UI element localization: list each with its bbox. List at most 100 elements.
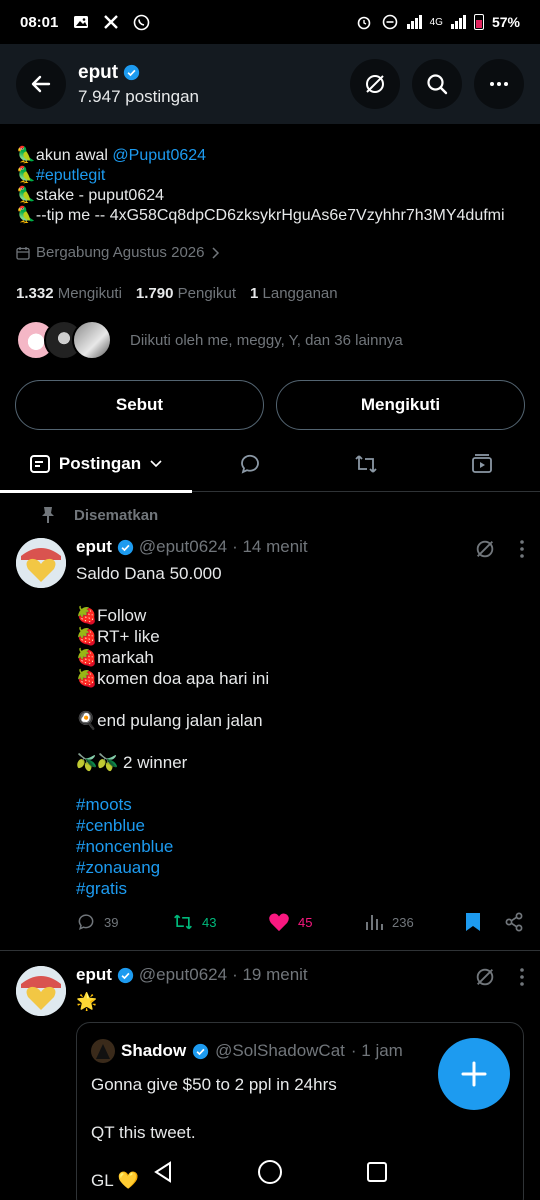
pinned-label: Disematkan xyxy=(74,506,159,524)
heart-icon xyxy=(269,913,289,932)
tab-posts-label: Postingan xyxy=(58,453,142,473)
pinned-indicator: Disematkan xyxy=(40,506,158,524)
quote-time: · 1 jam xyxy=(350,1041,403,1060)
tweet-divider xyxy=(0,950,540,951)
alarm-icon xyxy=(355,13,373,31)
reply-button[interactable]: 39 xyxy=(76,912,172,932)
battery-percent: 57% xyxy=(491,14,520,30)
verified-badge-icon xyxy=(193,1043,209,1059)
follow-stats: 1.332 Mengikuti 1.790 Pengikut 1 Langgan… xyxy=(16,285,346,302)
battery-icon xyxy=(473,14,484,30)
tweet-actions: 39 43 45 236 xyxy=(76,912,524,932)
tweet-author-name[interactable]: eput xyxy=(76,965,112,985)
status-time: 08:01 xyxy=(20,13,59,31)
hashtag-link[interactable]: #noncenblue xyxy=(76,836,269,857)
back-triangle-icon[interactable] xyxy=(152,1160,174,1184)
avatar[interactable] xyxy=(16,538,66,588)
profile-bio: 🦜akun awal @Puput0624 🦜#eputlegit 🦜stake… xyxy=(16,146,530,226)
verified-badge-icon xyxy=(117,539,134,555)
joined-text: Bergabung Agustus 2026 xyxy=(36,244,205,261)
following-button[interactable]: Mengikuti xyxy=(276,380,525,430)
hashtag-link[interactable]: #zonauang xyxy=(76,857,269,878)
back-button[interactable] xyxy=(16,59,66,109)
verified-badge-icon xyxy=(123,64,140,81)
views-count: 236 xyxy=(392,914,414,930)
like-button[interactable]: 45 xyxy=(268,912,364,932)
bio-hashtag-link[interactable]: #eputlegit xyxy=(36,167,105,184)
calendar-icon xyxy=(16,246,30,260)
repost-icon xyxy=(355,454,377,473)
bio-line1: 🦜akun awal xyxy=(16,147,113,164)
tab-reposts[interactable] xyxy=(308,436,424,492)
bio-line2: 🦜 xyxy=(16,167,36,184)
tweet-handle[interactable]: @eput0624 xyxy=(139,537,227,557)
compose-button[interactable] xyxy=(438,1038,510,1110)
grok-icon[interactable] xyxy=(474,966,496,988)
tweet-handle[interactable]: @eput0624 xyxy=(139,965,227,985)
hashtag-link[interactable]: #moots xyxy=(76,794,269,815)
signal-icon-2 xyxy=(450,15,466,29)
grok-button[interactable] xyxy=(350,59,400,109)
tab-media[interactable] xyxy=(424,436,540,492)
pin-icon xyxy=(42,507,54,523)
grok-icon xyxy=(366,75,384,93)
more-vertical-icon[interactable] xyxy=(520,968,524,986)
subscriptions-stat[interactable]: 1 Langganan xyxy=(250,285,338,302)
grok-icon[interactable] xyxy=(474,538,496,560)
hashtag-link[interactable]: #cenblue xyxy=(76,815,269,836)
dnd-icon xyxy=(381,13,399,31)
reply-bubble-icon xyxy=(78,914,94,930)
quote-author-name[interactable]: Shadow xyxy=(121,1041,186,1061)
profile-name: eput xyxy=(78,61,119,83)
followers-stat[interactable]: 1.790 Pengikut xyxy=(136,285,236,302)
following-stat[interactable]: 1.332 Mengikuti xyxy=(16,285,122,302)
tab-replies[interactable] xyxy=(192,436,308,492)
like-count: 45 xyxy=(298,914,313,930)
avatar xyxy=(91,1039,115,1063)
tweet-time: · 14 menit xyxy=(232,537,308,556)
followed-by-text: Diikuti oleh me, meggy, Y, dan 36 lainny… xyxy=(130,331,403,349)
follower-avatar xyxy=(72,320,112,360)
repost-icon xyxy=(174,914,192,930)
posts-icon xyxy=(29,454,50,473)
whatsapp-icon xyxy=(132,13,150,31)
hashtag-link[interactable]: #gratis xyxy=(76,878,269,899)
repost-button[interactable]: 43 xyxy=(172,912,268,932)
recents-square-icon[interactable] xyxy=(366,1161,388,1183)
reply-count: 39 xyxy=(104,914,119,930)
mention-button[interactable]: Sebut xyxy=(15,380,264,430)
reply-bubble-icon xyxy=(241,454,259,474)
search-button[interactable] xyxy=(412,59,462,109)
tweet-time: · 19 menit xyxy=(232,965,308,984)
tweet-text: 🌟 xyxy=(76,992,98,1011)
bookmark-icon[interactable] xyxy=(464,912,482,932)
arrow-left-icon xyxy=(31,75,51,93)
tweet-author-name[interactable]: eput xyxy=(76,537,112,557)
gallery-icon xyxy=(72,13,90,31)
share-icon[interactable] xyxy=(504,912,524,932)
signal-icon xyxy=(406,15,422,29)
bio-line3: 🦜stake - puput0624 xyxy=(16,187,165,204)
posts-count: 7.947 postingan xyxy=(78,86,199,106)
more-vertical-icon[interactable] xyxy=(520,540,524,558)
bio-line4: 🦜--tip me -- 4xG58Cq8dpCD6zksykrHguAs6e7… xyxy=(16,207,505,224)
profile-actions: Sebut Mengikuti xyxy=(15,380,525,430)
quote-handle[interactable]: @SolShadowCat xyxy=(215,1041,345,1061)
profile-tabs: Postingan xyxy=(0,436,540,493)
tweet-text: Saldo Dana 50.000 🍓Follow 🍓RT+ like 🍓mar… xyxy=(76,564,270,899)
system-nav-bar xyxy=(0,1144,540,1200)
chevron-down-icon xyxy=(150,459,162,467)
chevron-right-icon[interactable] xyxy=(210,246,220,259)
x-logo-icon xyxy=(102,13,120,31)
views-chart-icon xyxy=(366,915,383,930)
status-bar: 08:01 4G 57% xyxy=(0,0,540,44)
views-button[interactable]: 236 xyxy=(364,912,460,932)
followed-by-row[interactable]: Diikuti oleh me, meggy, Y, dan 36 lainny… xyxy=(16,320,403,360)
more-button[interactable] xyxy=(474,59,524,109)
tab-posts[interactable]: Postingan xyxy=(0,436,192,493)
bio-mention-link[interactable]: @Puput0624 xyxy=(112,147,206,164)
plus-icon xyxy=(461,1061,487,1087)
profile-header: eput 7.947 postingan xyxy=(0,44,540,124)
avatar[interactable] xyxy=(16,966,66,1016)
home-circle-icon[interactable] xyxy=(257,1159,283,1185)
